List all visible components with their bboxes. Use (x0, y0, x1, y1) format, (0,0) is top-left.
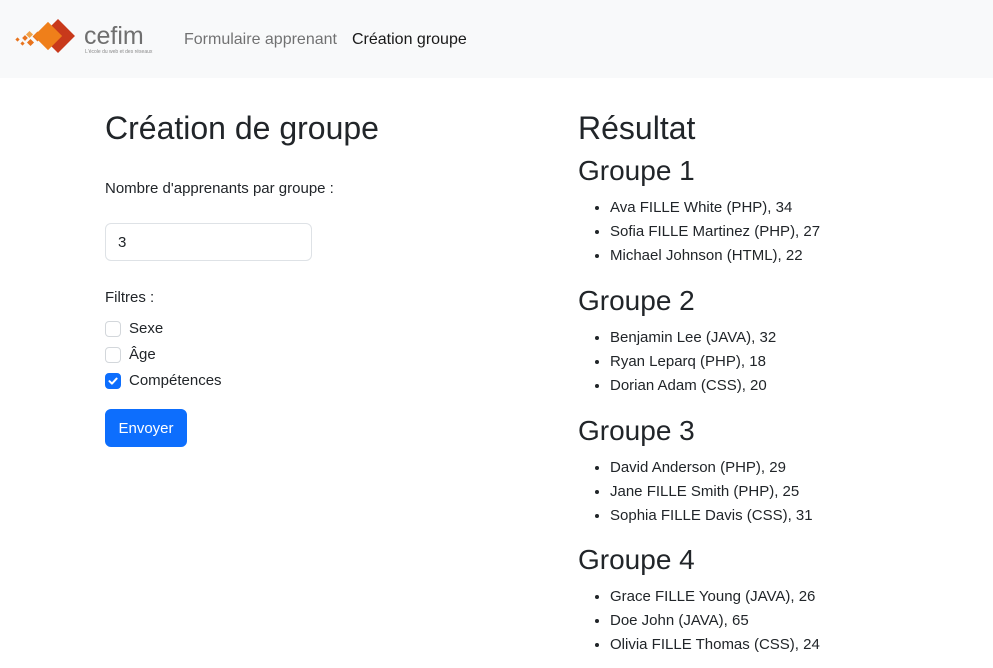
checkbox-sexe[interactable] (105, 321, 121, 337)
checkmark-icon (108, 377, 118, 385)
member-item: Sofia FILLE Martinez (PHP), 27 (610, 220, 978, 244)
group-title: Groupe 2 (578, 285, 695, 316)
filter-sexe[interactable]: Sexe (105, 319, 163, 339)
member-item: David Anderson (PHP), 29 (610, 456, 978, 480)
cefim-logo[interactable]: cefim L'école du web et des réseaux (14, 16, 159, 62)
group-title: Groupe 3 (578, 415, 695, 446)
filter-sexe-label: Sexe (129, 320, 164, 337)
filter-age-label: Âge (129, 346, 156, 363)
filter-competences-label: Compétences (129, 372, 222, 389)
navbar: cefim L'école du web et des réseaux Form… (0, 0, 993, 78)
group-title: Groupe 1 (578, 155, 695, 186)
member-item: Michael Johnson (HTML), 22 (610, 244, 978, 268)
group-size-label: Nombre d'apprenants par groupe : (105, 180, 334, 197)
member-item: Olivia FILLE Thomas (CSS), 24 (610, 633, 978, 657)
nav-link-formulaire-apprenant[interactable]: Formulaire apprenant (184, 30, 337, 50)
member-list: David Anderson (PHP), 29 Jane FILLE Smit… (578, 456, 978, 528)
member-item: Doe John (JAVA), 65 (610, 609, 978, 633)
member-item: Benjamin Lee (JAVA), 32 (610, 326, 978, 350)
group-3: Groupe 3 David Anderson (PHP), 29 Jane F… (578, 414, 978, 528)
group-2: Groupe 2 Benjamin Lee (JAVA), 32 Ryan Le… (578, 284, 978, 398)
logo-wordmark: cefim (84, 22, 144, 50)
page-title: Création de groupe (105, 110, 379, 146)
member-item: Jane FILLE Smith (PHP), 25 (610, 480, 978, 504)
result-title: Résultat (578, 110, 696, 146)
group-1: Groupe 1 Ava FILLE White (PHP), 34 Sofia… (578, 154, 978, 268)
member-list: Benjamin Lee (JAVA), 32 Ryan Leparq (PHP… (578, 326, 978, 398)
member-list: Grace FILLE Young (JAVA), 26 Doe John (J… (578, 585, 978, 657)
member-item: Dorian Adam (CSS), 20 (610, 374, 978, 398)
member-item: Ava FILLE White (PHP), 34 (610, 196, 978, 220)
filter-age[interactable]: Âge (105, 345, 156, 365)
filters-label: Filtres : (105, 289, 155, 306)
member-item: Sophia FILLE Davis (CSS), 31 (610, 504, 978, 528)
filter-competences[interactable]: Compétences (105, 371, 222, 391)
checkbox-competences[interactable] (105, 373, 121, 389)
group-size-input[interactable] (105, 223, 312, 261)
group-4: Groupe 4 Grace FILLE Young (JAVA), 26 Do… (578, 543, 978, 657)
submit-button[interactable]: Envoyer (105, 409, 187, 447)
logo-tagline: L'école du web et des réseaux (85, 49, 153, 55)
group-title: Groupe 4 (578, 544, 695, 575)
member-item: Ryan Leparq (PHP), 18 (610, 350, 978, 374)
checkbox-age[interactable] (105, 347, 121, 363)
nav-link-creation-groupe[interactable]: Création groupe (352, 30, 467, 50)
member-list: Ava FILLE White (PHP), 34 Sofia FILLE Ma… (578, 196, 978, 268)
member-item: Grace FILLE Young (JAVA), 26 (610, 585, 978, 609)
